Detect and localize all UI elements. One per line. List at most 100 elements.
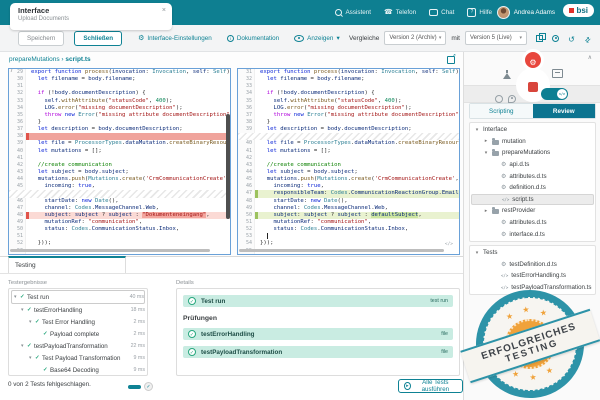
- toolbar-links: Interface-Einstellungen Dokumentation Anze…: [138, 34, 340, 42]
- code-text: if (!body.documentDescription) {: [37, 90, 146, 97]
- toolbar-link-eye[interactable]: Anzeigen ▾: [294, 34, 340, 42]
- star-icon: ★: [521, 304, 531, 315]
- chevron-right-icon: ▸: [484, 207, 488, 214]
- tree-item[interactable]: </> script.ts: [471, 193, 594, 206]
- test-result-row[interactable]: ▾ ✓ Test run 40 ms: [11, 290, 145, 304]
- nav-item-search[interactable]: Assistent: [335, 9, 371, 16]
- test-result-row[interactable]: ▾ ✓ testPayloadTransformation 22 ms: [11, 340, 145, 352]
- tab-review[interactable]: Review: [532, 104, 595, 118]
- code-line: 52 }));: [9, 240, 230, 248]
- test-result-row[interactable]: ▾ ✓ testErrorHandling 18 ms: [11, 304, 145, 316]
- code-text: self.withAttribute("statusCode", 400);: [44, 97, 173, 104]
- vertical-scrollbar[interactable]: [226, 114, 230, 219]
- code-text: let description = body.documentDescripti…: [37, 126, 183, 133]
- tree-item[interactable]: api.d.ts: [471, 159, 594, 171]
- code-text: }));: [31, 240, 52, 247]
- test-detail-header-row[interactable]: ✓ Test run test run: [183, 295, 453, 307]
- open-in-new-window-icon[interactable]: [447, 53, 456, 64]
- line-number: 49: [238, 204, 255, 212]
- tab-scripting[interactable]: Scripting: [470, 104, 533, 118]
- document-tab[interactable]: Interface × Upload Documents: [10, 3, 172, 30]
- copy-icon[interactable]: [535, 32, 546, 43]
- line-number: 38: [9, 133, 26, 141]
- check-toggle-icon[interactable]: ✓: [144, 382, 153, 391]
- line-number: 31: [238, 69, 255, 77]
- code-panel-old-version[interactable]: 7 29 export function process(invocation: I…: [8, 68, 231, 255]
- archive-icon[interactable]: [552, 65, 563, 83]
- progress-bar[interactable]: [128, 385, 141, 389]
- detail-badge: test run: [430, 298, 448, 304]
- tree-item[interactable]: </> testErrorHandling.ts: [471, 270, 594, 282]
- test-result-row[interactable]: ✓ Payload complete 2 ms: [11, 328, 145, 340]
- code-text: }: [260, 118, 271, 125]
- stop-button[interactable]: [528, 82, 538, 92]
- eye-icon: [294, 34, 305, 42]
- code-panel-new-version[interactable]: 31 export function process(invocation: In…: [237, 68, 460, 255]
- version-select-left[interactable]: Version 2 (Archiv) ▾: [384, 31, 447, 45]
- horizontal-scrollbar[interactable]: [239, 249, 444, 252]
- tree-item[interactable]: definition.d.ts: [471, 182, 594, 194]
- toolbar-link-info[interactable]: Dokumentation: [226, 34, 279, 42]
- horizontal-scrollbar[interactable]: [10, 249, 210, 252]
- check-icon: ✓: [20, 294, 25, 300]
- close-document-button[interactable]: Schließen: [74, 30, 123, 46]
- tab-testing[interactable]: Testing: [8, 256, 126, 273]
- code-line: 42 //create communication: [9, 161, 230, 169]
- code-view-toggle[interactable]: </>: [541, 88, 568, 100]
- detail-badge: file: [441, 349, 448, 355]
- run-all-tests-button[interactable]: Alle Tests ausführen: [398, 379, 463, 393]
- user-menu[interactable]: Andrea Adams: [496, 0, 555, 25]
- toolbar-link-label: Interface-Einstellungen: [147, 34, 212, 42]
- process-status-icon[interactable]: [522, 49, 544, 71]
- gear-icon: [501, 231, 506, 238]
- code-line: 45 incoming: true,: [9, 183, 230, 191]
- close-icon[interactable]: ×: [162, 7, 166, 14]
- save-button[interactable]: Speichern: [18, 30, 65, 46]
- code-line: 41: [9, 154, 230, 162]
- tree-item[interactable]: ▸ restProvider: [471, 205, 594, 217]
- line-number: 47: [9, 204, 26, 212]
- nav-label: Telefon: [395, 9, 417, 16]
- target-icon[interactable]: [551, 34, 560, 43]
- line-number: 41: [9, 154, 26, 162]
- test-detail-row[interactable]: ✓ testErrorHandling file: [183, 328, 453, 340]
- code-line: 32 let filename = body.filename;: [238, 76, 459, 84]
- test-detail-row[interactable]: ✓ testPayloadTransformation file: [183, 346, 453, 358]
- test-result-row[interactable]: ▾ ✓ Test Payload Transformation 9 ms: [11, 352, 145, 364]
- tree-item[interactable]: testDefinition.d.ts: [471, 259, 594, 271]
- code-line: 36 }: [9, 118, 230, 127]
- breadcrumb[interactable]: prepareMutations › script.ts: [9, 56, 91, 63]
- code-line: 52 status: Codes.CommunicationStatus.Inb…: [238, 226, 459, 234]
- nav-item-help[interactable]: Hilfe: [467, 8, 492, 17]
- test-detail-label: testPayloadTransformation: [201, 348, 283, 356]
- tree-item[interactable]: interface.d.ts: [471, 228, 594, 240]
- line-number: 45: [9, 183, 26, 191]
- history-icon[interactable]: [567, 34, 576, 43]
- tree-item-label: script.ts: [512, 195, 534, 203]
- tree-item[interactable]: ▾ Interface: [471, 124, 594, 136]
- test-duration: 9 ms: [133, 355, 145, 361]
- tree-item[interactable]: ▾ prepareMutations: [471, 147, 594, 159]
- test-result-row[interactable]: ✓ Base64 Decoding 9 ms: [11, 364, 145, 376]
- test-result-row[interactable]: ▾ ✓ Test Error Handling 2 ms: [11, 316, 145, 328]
- check-icon: ✓: [43, 367, 48, 373]
- test-result-label: testPayloadTransformation: [34, 342, 108, 350]
- test-duration: 9 ms: [133, 367, 145, 373]
- nav-item-chat[interactable]: Chat: [429, 9, 454, 16]
- fullscreen-icon[interactable]: [583, 34, 592, 43]
- tree-item-label: testErrorHandling.ts: [511, 272, 566, 280]
- tree-item[interactable]: ▸ mutation: [471, 136, 594, 148]
- tree-item[interactable]: attributes.d.ts: [471, 217, 594, 229]
- code-line: 54}));: [238, 240, 459, 248]
- tree-item[interactable]: attributes.d.ts: [471, 170, 594, 182]
- flask-icon[interactable]: [503, 66, 511, 84]
- test-result-label: Test run: [27, 293, 50, 301]
- toolbar-link-gear[interactable]: Interface-Einstellungen: [138, 34, 212, 42]
- nav-item-phone[interactable]: Telefon: [384, 9, 416, 16]
- collapse-chevron-icon[interactable]: ∧: [588, 54, 592, 61]
- code-line: 50 status: Codes.CommunicationStatus.Inb…: [9, 226, 230, 234]
- check-icon: ✓: [188, 330, 196, 338]
- tree-item[interactable]: ▾ Tests: [471, 247, 594, 259]
- version-select-right[interactable]: Version 5 (Live) ▾: [465, 31, 527, 45]
